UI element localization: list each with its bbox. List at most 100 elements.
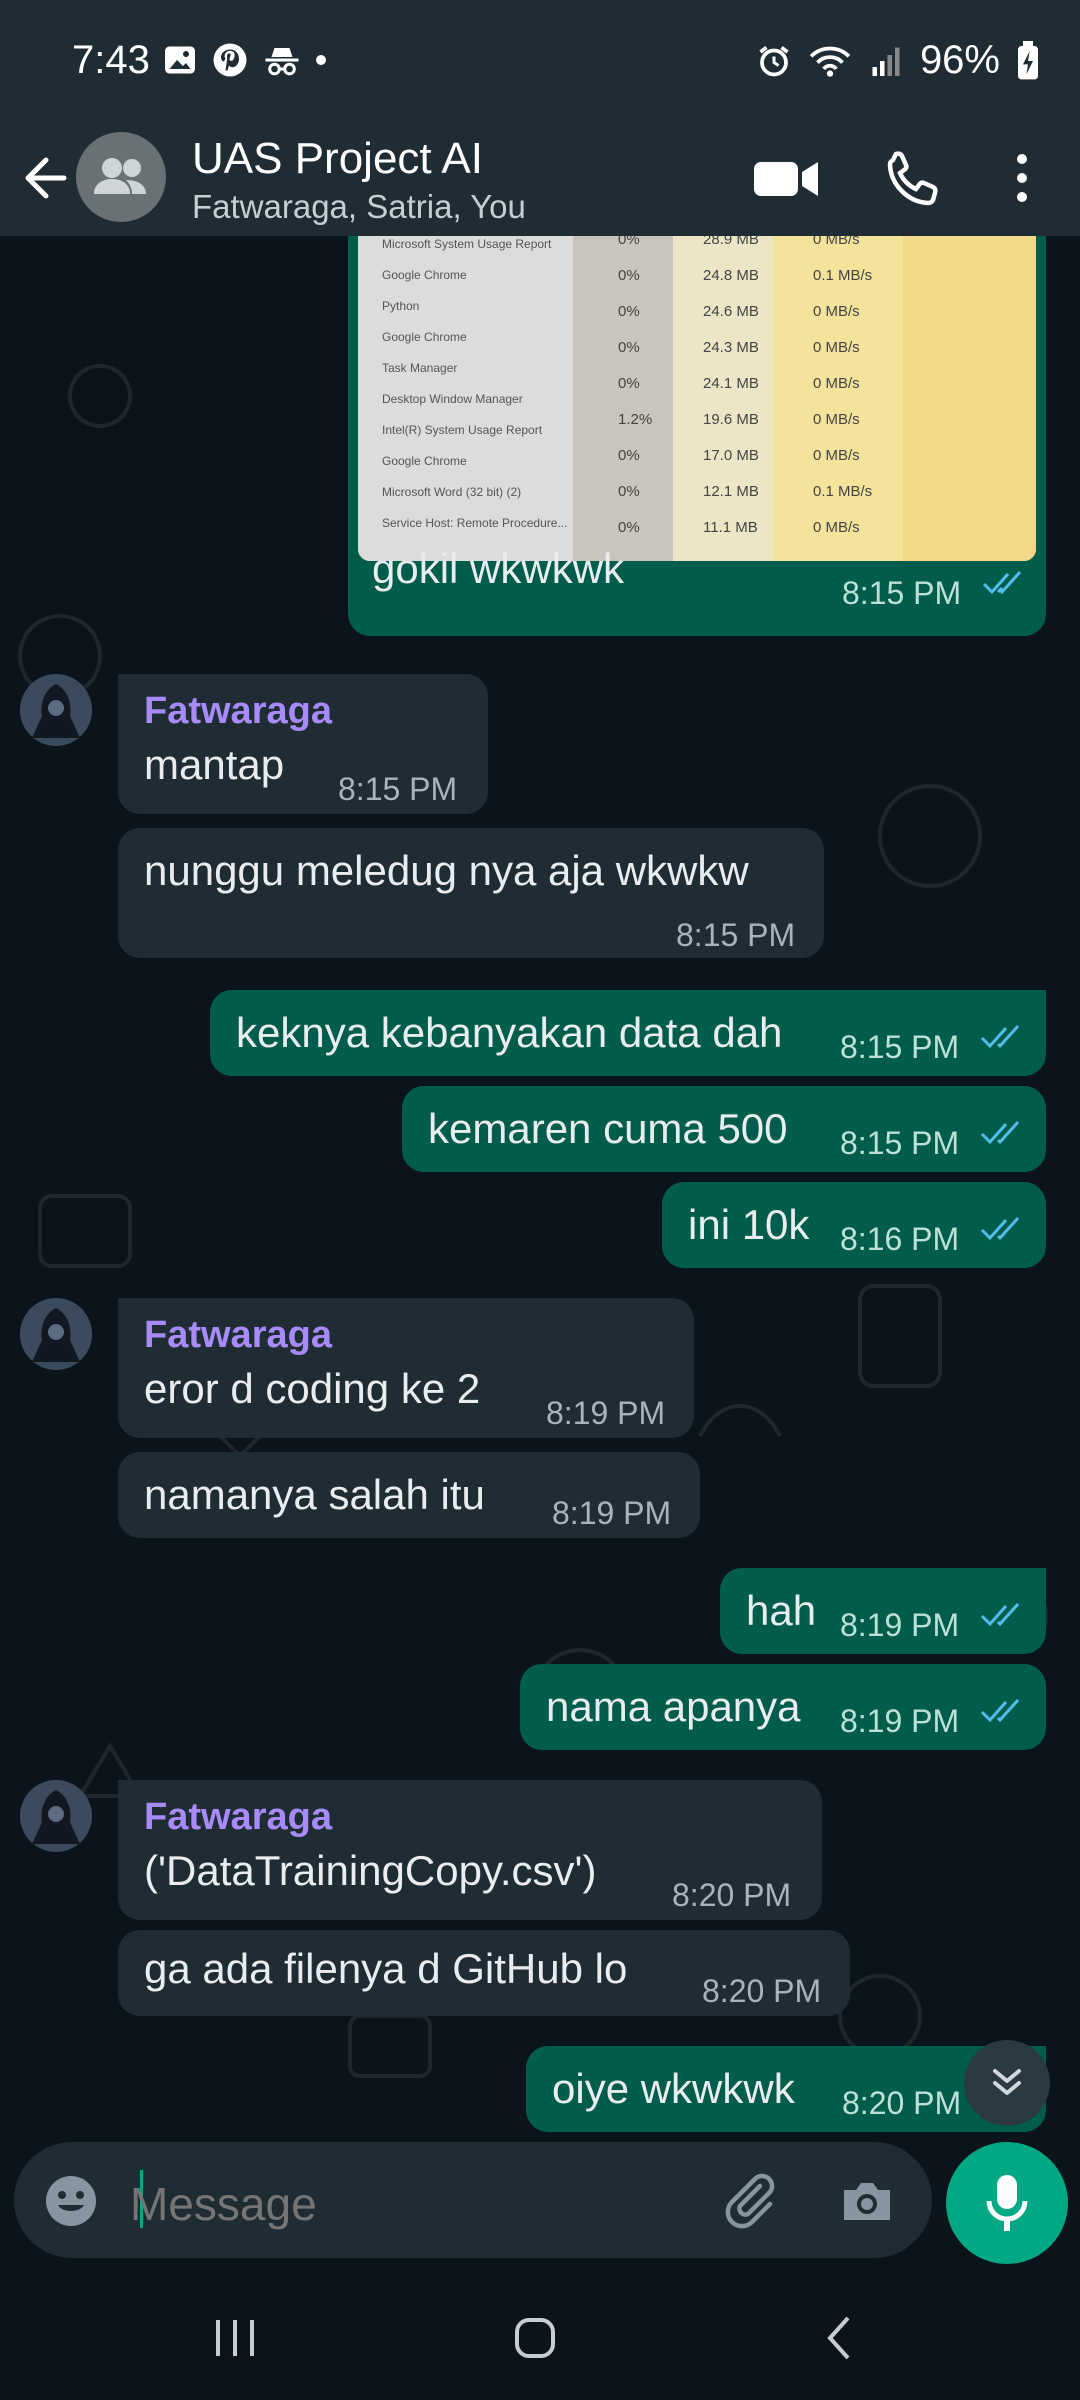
message-bubble-incoming[interactable]: namanya salah itu 8:19 PM <box>118 1452 700 1538</box>
message-text: hah <box>746 1587 817 1634</box>
message-time: 8:15 PM <box>338 771 458 807</box>
message-bubble-outgoing[interactable]: ini 10k 8:16 PM <box>662 1182 1046 1268</box>
avatar[interactable] <box>20 1298 92 1370</box>
message-text: oiye wkwkwk <box>552 2065 795 2112</box>
mic-button[interactable] <box>946 2142 1068 2264</box>
home-icon[interactable] <box>490 2298 580 2378</box>
message-text: eror d coding ke 2 <box>144 1365 481 1412</box>
paperclip-icon[interactable] <box>720 2170 782 2232</box>
recent-apps-icon[interactable] <box>190 2298 280 2378</box>
screenshot-process-name: Google Chrome <box>382 268 467 282</box>
screenshot-cell: 0 MB/s <box>813 236 860 248</box>
message-time: 8:20 PM <box>702 1973 822 2009</box>
screenshot-cell: 0 MB/s <box>813 447 860 464</box>
screenshot-cell: 24.1 MB <box>703 375 759 392</box>
arrow-left-icon[interactable] <box>18 138 78 218</box>
gallery-icon <box>165 46 195 74</box>
message-bubble-outgoing[interactable]: keknya kebanyakan data dah 8:15 PM <box>210 990 1046 1076</box>
more-vert-icon[interactable] <box>982 138 1062 218</box>
screenshot-cell: 0% <box>618 236 640 248</box>
emoji-icon[interactable] <box>42 2172 100 2230</box>
status-time: 7:43 <box>72 38 150 82</box>
message-text: ('DataTrainingCopy.csv') <box>144 1847 597 1894</box>
screenshot-cell: 0% <box>618 375 640 392</box>
sender-name[interactable]: Fatwaraga <box>144 684 332 738</box>
screenshot-cell: 28.9 MB <box>703 236 759 248</box>
message-bubble-outgoing[interactable]: nama apanya 8:19 PM <box>520 1664 1046 1750</box>
message-input[interactable] <box>128 2176 692 2232</box>
user-avatar-icon <box>20 1780 92 1852</box>
mic-icon <box>986 2175 1028 2231</box>
message-text: kemaren cuma 500 <box>428 1105 788 1152</box>
screenshot-cell: 0 MB/s <box>813 375 860 392</box>
system-icons: 96% <box>756 38 1040 83</box>
sender-name[interactable]: Fatwaraga <box>144 1790 332 1844</box>
message-bubble-outgoing[interactable]: hah 8:19 PM <box>720 1568 1046 1654</box>
screenshot-cell: 0.1 MB/s <box>813 267 872 284</box>
phone-icon[interactable] <box>872 138 952 218</box>
screenshot-cell: 0% <box>618 339 640 356</box>
read-ticks-icon <box>980 1698 1020 1723</box>
screenshot-cell: 0% <box>618 447 640 464</box>
screenshot-process-name: Python <box>382 299 419 313</box>
group-avatar[interactable] <box>76 132 166 222</box>
screenshot-process-name: Service Host: Remote Procedure... <box>382 516 567 530</box>
read-ticks-icon <box>980 1120 1020 1145</box>
message-time: 8:15 PM <box>840 1029 960 1065</box>
message-bubble-incoming[interactable]: Fatwaraga eror d coding ke 2 8:19 PM <box>118 1298 694 1438</box>
screenshot-cell: 17.0 MB <box>703 447 759 464</box>
message-text: nunggu meledug nya aja wkwkw <box>144 847 749 894</box>
screenshot-process-name: Intel(R) System Usage Report <box>382 423 543 437</box>
screenshot-cell: 1.2% <box>618 411 652 428</box>
message-time: 8:15 PM <box>842 575 962 611</box>
screenshot-cell: 12.1 MB <box>703 483 759 500</box>
message-bubble-outgoing[interactable]: Microsoft System Usage Report Google Chro… <box>348 236 1046 636</box>
screenshot-cell: 0 MB/s <box>813 519 860 536</box>
screenshot-cell: 24.6 MB <box>703 303 759 320</box>
message-time: 8:15 PM <box>676 917 796 953</box>
group-icon <box>94 158 146 194</box>
camera-icon[interactable] <box>836 2170 898 2232</box>
screenshot-cell: 0% <box>618 303 640 320</box>
video-call-icon[interactable] <box>748 138 828 218</box>
chat-area[interactable]: Microsoft System Usage Report Google Chro… <box>0 236 1080 2136</box>
screenshot-cell: 0 MB/s <box>813 411 860 428</box>
message-bubble-outgoing[interactable]: kemaren cuma 500 8:15 PM <box>402 1086 1046 1172</box>
message-text: nama apanya <box>546 1683 801 1730</box>
screenshot-cell: 11.1 MB <box>703 519 758 536</box>
message-bubble-incoming[interactable]: Fatwaraga ('DataTrainingCopy.csv') 8:20 … <box>118 1780 822 1920</box>
message-text: ini 10k <box>688 1201 810 1248</box>
chat-title[interactable]: UAS Project AI <box>192 134 483 184</box>
double-chevron-down-icon <box>993 2069 1021 2095</box>
message-time: 8:19 PM <box>546 1395 666 1431</box>
message-text: gokil wkwkwk <box>372 545 625 592</box>
message-bubble-incoming[interactable]: Fatwaraga mantap 8:15 PM <box>118 674 488 814</box>
status-bar: 7:43 96% <box>0 0 1080 118</box>
message-text: keknya kebanyakan data dah <box>236 1009 783 1056</box>
screenshot-cell: 19.6 MB <box>703 411 759 428</box>
message-bubble-incoming[interactable]: ga ada filenya d GitHub lo 8:20 PM <box>118 1930 850 2016</box>
system-navigation-bar <box>0 2270 1080 2400</box>
screenshot-cell: 0 MB/s <box>813 303 860 320</box>
screenshot-process-name: Google Chrome <box>382 454 467 468</box>
scroll-to-bottom-button[interactable] <box>964 2040 1050 2126</box>
message-time: 8:16 PM <box>840 1221 960 1257</box>
chat-participants[interactable]: Fatwaraga, Satria, You <box>192 188 526 226</box>
user-avatar-icon <box>20 1298 92 1370</box>
screenshot-cell: 24.8 MB <box>703 267 759 284</box>
message-time: 8:20 PM <box>842 2085 962 2121</box>
shared-image[interactable]: Microsoft System Usage Report Google Chro… <box>358 236 1036 561</box>
notification-icons <box>162 42 326 78</box>
read-ticks-icon <box>982 570 1022 595</box>
back-nav-icon[interactable] <box>796 2298 886 2378</box>
sender-name[interactable]: Fatwaraga <box>144 1308 332 1362</box>
avatar[interactable] <box>20 674 92 746</box>
read-ticks-icon <box>980 1024 1020 1049</box>
alarm-icon <box>759 45 789 76</box>
screenshot-process-name: Google Chrome <box>382 330 467 344</box>
message-time: 8:19 PM <box>840 1703 960 1739</box>
screenshot-cell: 0% <box>618 267 640 284</box>
message-bubble-incoming[interactable]: nunggu meledug nya aja wkwkw 8:15 PM <box>118 828 824 958</box>
avatar[interactable] <box>20 1780 92 1852</box>
screenshot-cell: 24.3 MB <box>703 339 759 356</box>
